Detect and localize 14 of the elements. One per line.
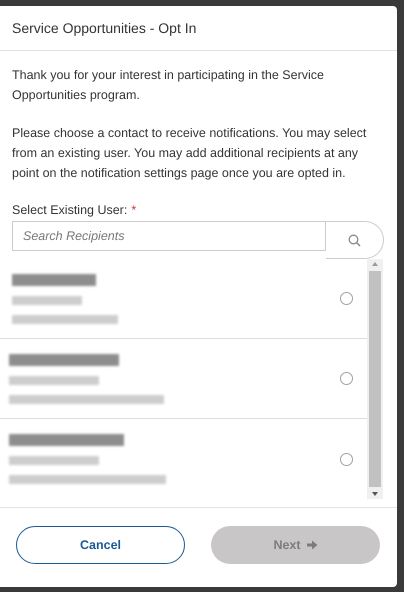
field-label: Select Existing User: [12,203,128,217]
radio-button[interactable] [340,372,353,386]
search-button[interactable] [326,221,384,259]
scrollbar[interactable] [367,259,383,499]
radio-button[interactable] [340,452,353,466]
intro-paragraph: Thank you for your interest in participating in the Service Opportunities program. [12,67,325,104]
radio-button[interactable] [340,292,353,306]
cancel-button[interactable]: Cancel [16,526,185,564]
search-field[interactable]: Search Recipients [12,221,326,251]
search-icon [348,234,361,246]
dialog-title: Service Opportunities - Opt In [12,20,196,36]
arrow-right-icon [306,540,318,550]
required-mark: * [131,203,136,217]
intro-paragraph: Please choose a contact to receive notifications. You may select from an existing user. You may add additional recipients at any point on the notification settings page once you are opted in. [12,125,368,182]
